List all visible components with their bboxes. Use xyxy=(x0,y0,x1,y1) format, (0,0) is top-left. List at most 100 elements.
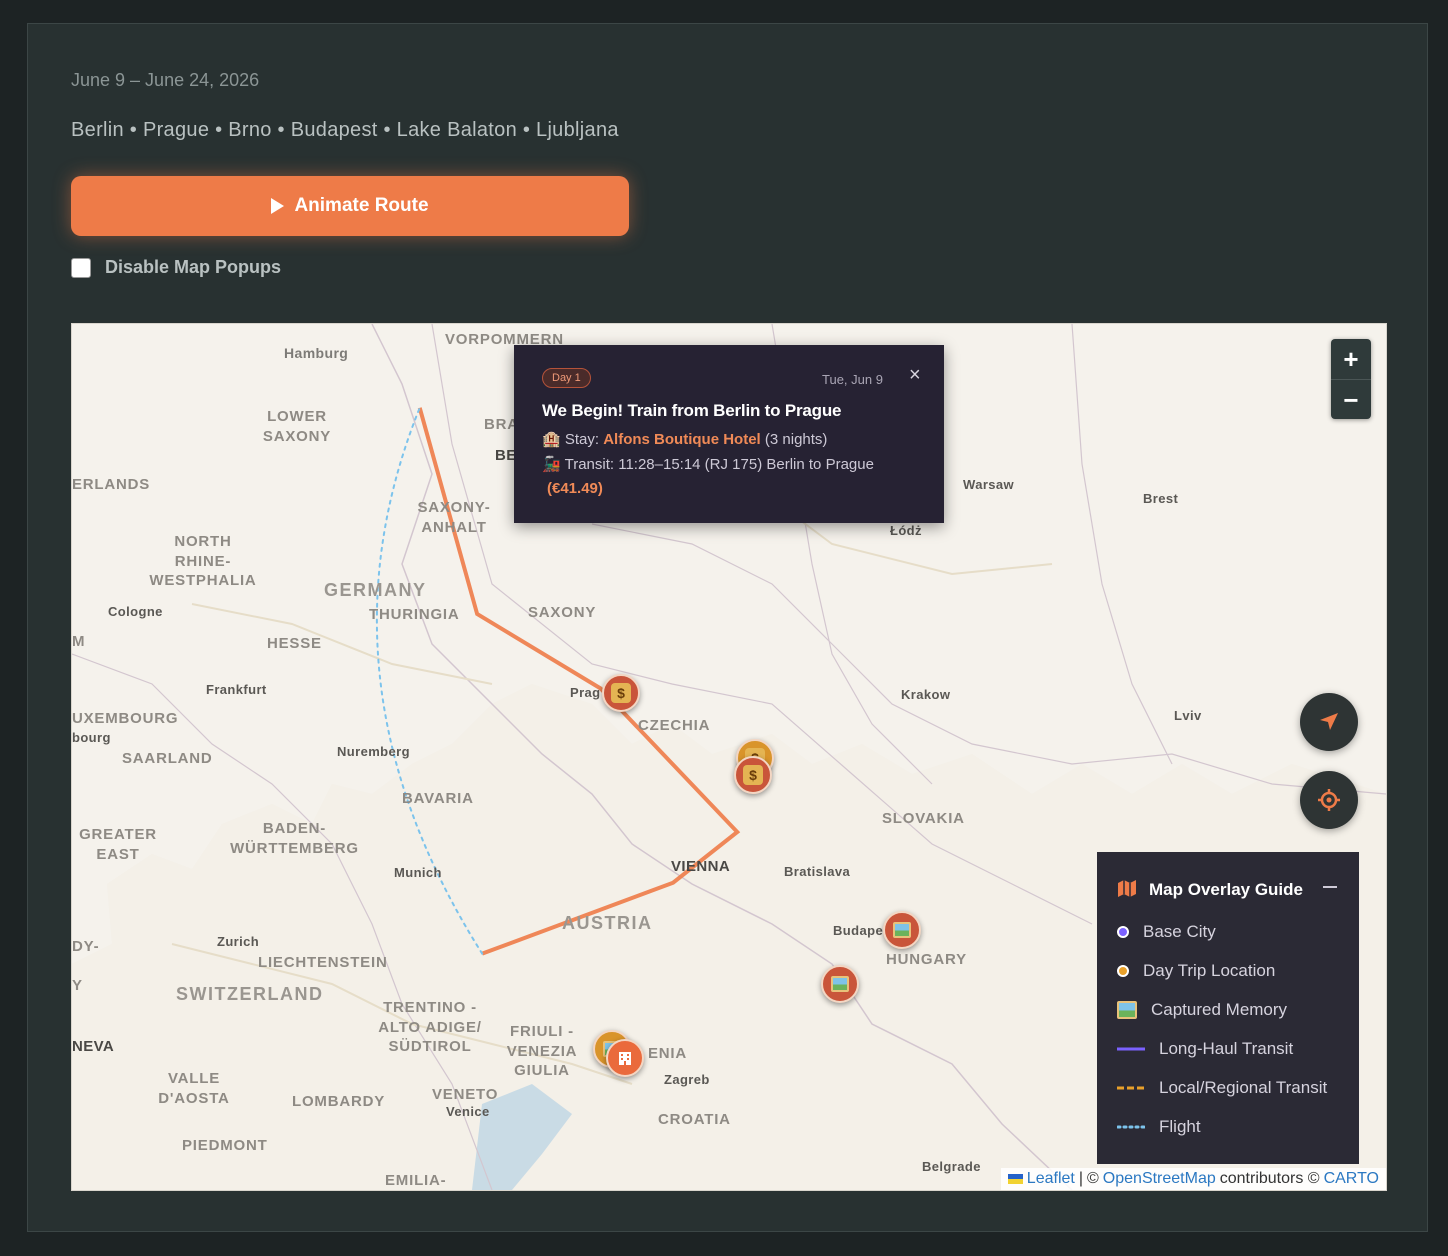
navigate-button[interactable] xyxy=(1300,693,1358,751)
marker-brno[interactable]: $ xyxy=(734,756,772,794)
label-lviv: Lviv xyxy=(1174,708,1202,723)
label-saxony: SAXONY xyxy=(528,604,597,621)
stay-prefix: Stay: xyxy=(564,431,600,448)
legend-collapse-button[interactable] xyxy=(1323,886,1337,888)
day-badge: Day 1 xyxy=(542,368,591,388)
day-popup: Day 1 Tue, Jun 9 × We Begin! Train from … xyxy=(514,345,944,523)
label-slovakia: SLOVAKIA xyxy=(882,810,965,827)
legend-item-flight: Flight xyxy=(1117,1117,1201,1137)
label-thuringia: THURINGIA xyxy=(369,606,460,623)
label-lodz: Łódż xyxy=(890,523,922,538)
stay-nights: (3 nights) xyxy=(764,431,828,448)
label-north-rhine-westphalia: NORTH RHINE- WESTPHALIA xyxy=(149,533,257,589)
map-icon xyxy=(1118,880,1136,897)
legend-label: Long-Haul Transit xyxy=(1159,1039,1294,1058)
legend-item-regional: Local/Regional Transit xyxy=(1117,1078,1327,1098)
transit-text: Transit: 11:28–15:14 (RJ 175) Berlin to … xyxy=(564,456,874,473)
label-friuli: FRIULI - VENEZIA GIULIA xyxy=(506,1023,578,1079)
zoom-control: + − xyxy=(1331,339,1371,419)
label-brest: Brest xyxy=(1143,491,1179,506)
money-icon: $ xyxy=(611,683,631,703)
trip-dates: June 9 – June 24, 2026 xyxy=(71,70,260,90)
locate-button[interactable] xyxy=(1300,771,1358,829)
label-prague: Prag xyxy=(570,685,601,700)
label-netherlands: ERLANDS xyxy=(72,476,151,493)
memory-icon xyxy=(1117,1001,1137,1019)
legend-label: Captured Memory xyxy=(1151,1000,1288,1019)
label-austria: AUSTRIA xyxy=(562,913,653,933)
popup-transit-line: 🚂 Transit: 11:28–15:14 (RJ 175) Berlin t… xyxy=(542,455,874,473)
animate-route-button[interactable]: Animate Route xyxy=(71,176,629,236)
popup-stay-line: 🏨 Stay: Alfons Boutique Hotel (3 nights) xyxy=(542,430,827,448)
route-map[interactable]: Hamburg VORPOMMERN LOWER SAXONY ERLANDS … xyxy=(71,323,1387,1191)
label-emilia: EMILIA- xyxy=(385,1172,447,1189)
label-dy: DY- xyxy=(72,938,100,955)
dotted-line-icon xyxy=(1117,1125,1145,1129)
leaflet-link[interactable]: Leaflet xyxy=(1027,1170,1075,1188)
label-hamburg: Hamburg xyxy=(284,345,349,361)
crosshair-icon xyxy=(1318,789,1340,811)
label-switzerland: SWITZERLAND xyxy=(176,984,324,1004)
label-baden-wurttemberg: BADEN- WÜRTTEMBERG xyxy=(230,820,359,857)
zoom-in-button[interactable]: + xyxy=(1331,339,1371,380)
zoom-out-button[interactable]: − xyxy=(1331,380,1371,420)
label-belgrade: Belgrade xyxy=(922,1159,981,1174)
label-warsaw: Warsaw xyxy=(963,477,1015,492)
label-frankfurt: Frankfurt xyxy=(206,682,267,697)
label-liechtenstein: LIECHTENSTEIN xyxy=(258,954,388,971)
marker-ljubljana[interactable] xyxy=(606,1039,644,1077)
label-czechia: CZECHIA xyxy=(638,717,711,734)
hotel-emoji-icon: 🏨 xyxy=(542,431,561,448)
map-attribution: Leaflet | © OpenStreetMap contributors ©… xyxy=(1000,1168,1386,1190)
label-bratislava: Bratislava xyxy=(784,864,851,879)
label-croatia: CROATIA xyxy=(658,1111,731,1128)
marker-lake-balaton[interactable] xyxy=(821,965,859,1003)
navigation-arrow-icon xyxy=(1320,713,1338,730)
attribution-copyright: © xyxy=(1087,1170,1099,1187)
osm-link[interactable]: OpenStreetMap xyxy=(1103,1170,1216,1188)
label-germany: GERMANY xyxy=(324,580,427,600)
disable-popups-checkbox[interactable] xyxy=(71,257,91,278)
label-vienna: VIENNA xyxy=(671,858,731,875)
label-luxembourg: UXEMBOURG xyxy=(72,710,179,727)
label-hesse: HESSE xyxy=(267,635,322,652)
label-zurich: Zurich xyxy=(217,934,260,949)
animate-route-label: Animate Route xyxy=(294,195,429,216)
legend-item-long-haul: Long-Haul Transit xyxy=(1117,1039,1293,1059)
marker-budapest[interactable] xyxy=(883,911,921,949)
legend-item-day-trip: Day Trip Location xyxy=(1117,961,1275,981)
label-valle-daosta: VALLE D'AOSTA xyxy=(158,1070,230,1107)
trip-card: June 9 – June 24, 2026 Berlin • Prague •… xyxy=(27,23,1428,1232)
label-veneto: VENETO xyxy=(432,1086,499,1103)
label-cologne: Cologne xyxy=(108,604,163,619)
label-saarland: SAARLAND xyxy=(122,750,213,767)
hotel-icon xyxy=(619,1052,631,1065)
solid-line-icon xyxy=(1117,1047,1145,1051)
memory-icon xyxy=(893,922,911,938)
disable-popups-row[interactable]: Disable Map Popups xyxy=(71,257,281,278)
legend-label: Day Trip Location xyxy=(1143,961,1276,980)
carto-link[interactable]: CARTO xyxy=(1324,1170,1379,1188)
legend-item-memory: Captured Memory xyxy=(1117,1000,1287,1020)
label-krakow: Krakow xyxy=(901,687,951,702)
label-saxony-anhalt: SAXONY- ANHALT xyxy=(417,499,491,536)
play-icon xyxy=(271,198,285,214)
label-nuremberg: Nuremberg xyxy=(337,744,410,759)
ukraine-flag-icon xyxy=(1007,1174,1023,1184)
hotel-link[interactable]: Alfons Boutique Hotel xyxy=(603,431,761,448)
label-piedmont: PIEDMONT xyxy=(182,1137,268,1154)
legend-label: Base City xyxy=(1143,922,1216,941)
attribution-contributors: contributors © xyxy=(1219,1170,1320,1187)
popup-close-button[interactable]: × xyxy=(909,364,921,387)
label-munich: Munich xyxy=(394,865,442,880)
label-luxembourg-city: bourg xyxy=(72,730,111,745)
label-greater-east: GREATER EAST xyxy=(79,826,157,863)
legend-label: Flight xyxy=(1159,1117,1201,1136)
label-bavaria: BAVARIA xyxy=(402,790,474,807)
label-slovenia: ENIA xyxy=(648,1045,688,1062)
legend-title: Map Overlay Guide xyxy=(1149,880,1303,899)
label-lombardy: LOMBARDY xyxy=(292,1093,386,1110)
marker-prague[interactable]: $ xyxy=(602,674,640,712)
label-m: M xyxy=(72,633,86,650)
label-zagreb: Zagreb xyxy=(664,1072,710,1087)
